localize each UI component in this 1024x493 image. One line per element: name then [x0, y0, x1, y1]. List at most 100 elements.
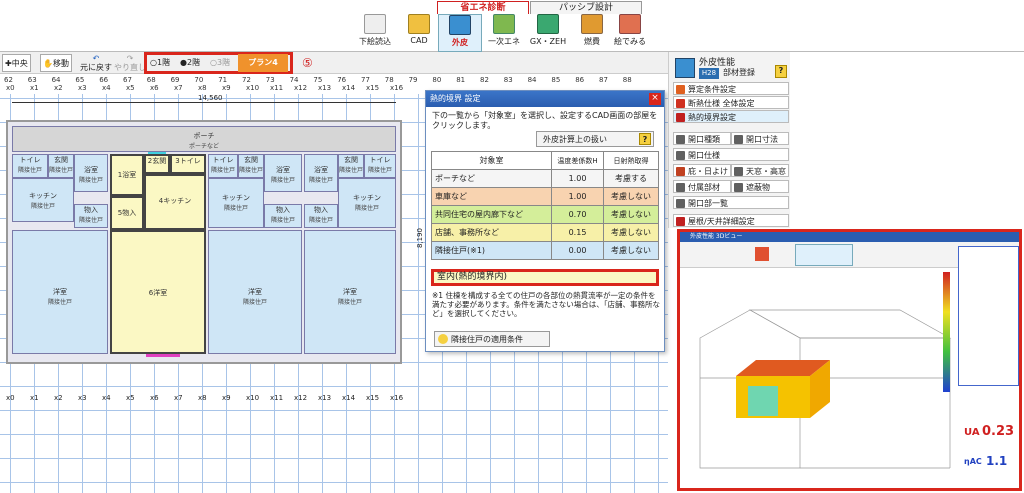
gx-zeh-button[interactable]: GX・ZEH [526, 14, 570, 52]
room-storage-right[interactable]: 物入 隣接住戸 [304, 204, 338, 228]
room-porch[interactable]: ポーチ ポーチなど [12, 126, 396, 152]
ruler-number: 86 [575, 76, 585, 84]
adjacent-conditions-button[interactable]: 隣接住戸の適用条件 [434, 331, 550, 347]
room-kitchen-left[interactable]: キッチン 隣接住戸 [12, 178, 74, 222]
cad-button[interactable]: CAD [397, 14, 441, 52]
room-western-mid[interactable]: 洋室 隣接住戸 [208, 230, 302, 354]
panel-item[interactable]: 熱的境界設定 [673, 110, 789, 123]
help-icon[interactable]: ? [775, 65, 787, 78]
panel-item[interactable]: 算定条件設定 [673, 82, 789, 95]
panel-item-icon [676, 99, 685, 108]
undo-button[interactable]: ↶ 元に戻す [78, 54, 114, 72]
3d-view-window: 外皮性能 3Dビュー UA 0.23 ηAC 1.1 [677, 229, 1022, 491]
room-type-row[interactable]: 共同住宅の屋内廊下など 0.70 考慮しない [431, 205, 659, 224]
room-1-bath[interactable]: 1浴室 [110, 154, 144, 196]
cell-solar: 考慮しない [603, 223, 659, 242]
panel-item[interactable]: 開口部一覧 [673, 196, 789, 209]
panel-item[interactable]: 屋根/天井詳細設定 [673, 214, 789, 227]
panel-item[interactable]: 天窓・高窓 [731, 164, 789, 177]
bottom-x-label: x5 [126, 394, 135, 402]
room-western-left[interactable]: 洋室 隣接住戸 [12, 230, 108, 354]
ruler-x-label: x16 [390, 84, 404, 92]
plan-button[interactable]: プラン4 [238, 54, 288, 72]
room-toilet-right[interactable]: トイレ 隣接住戸 [364, 154, 396, 178]
cell-coef: 0.15 [551, 223, 604, 242]
panel-item[interactable]: 開口寸法 [731, 132, 789, 145]
ruler-number: 82 [480, 76, 489, 84]
panel-item-label: 熱的境界設定 [688, 113, 736, 122]
room-kitchen-mid[interactable]: キッチン 隣接住戸 [208, 178, 264, 228]
panel-item-label: 断熱仕様 全体設定 [688, 99, 755, 108]
room-3-toilet[interactable]: 3トイレ [170, 154, 206, 174]
room-5-storage[interactable]: 5物入 [110, 196, 144, 230]
cell-solar: 考慮しない [603, 241, 659, 260]
move-button[interactable]: ✋移動 [40, 54, 72, 72]
3d-viewport[interactable] [680, 268, 958, 488]
top-toolbar: 省エネ診断 パッシブ設計 下絵読込 CAD 外皮 一次エネ GX・ZEH 燃費 … [0, 0, 1024, 52]
room-storage-left[interactable]: 物入 隣接住戸 [74, 204, 108, 228]
room-type-row[interactable]: 店舗、事務所など 0.15 考慮しない [431, 223, 659, 242]
eta-result-label: ηAC [964, 457, 982, 466]
panel-item[interactable]: 付属部材 [673, 180, 731, 193]
floor-radio-2[interactable]: ●2階 [178, 54, 202, 72]
ruler-number: 80 [432, 76, 442, 84]
panel-item[interactable]: 断熱仕様 全体設定 [673, 96, 789, 109]
3d-active-tool[interactable] [795, 244, 853, 266]
panel-item-label: 開口種類 [688, 135, 720, 144]
room-2-entrance[interactable]: 2玄関 [144, 154, 170, 174]
room-type-row[interactable]: ポーチなど 1.00 考慮する [431, 169, 659, 188]
tab-passive-design[interactable]: パッシブ設計 [530, 1, 642, 14]
ruler-number: 75 [313, 76, 323, 84]
calc-treatment-button[interactable]: 外皮計算上の扱い ? [536, 131, 654, 147]
picture-view-button[interactable]: 絵でみる [608, 14, 652, 52]
ruler-x-label: x13 [318, 84, 332, 92]
door-marker-bottom [146, 354, 180, 357]
close-icon[interactable]: × [649, 93, 661, 105]
room-4-kitchen[interactable]: 4キッチン [144, 174, 206, 230]
view-toolbar: ✚中央 ✋移動 ↶ 元に戻す ↷ やり直し ○1階 ●2階 ○3階 プラン4 ⑤ [0, 52, 668, 74]
primary-energy-button[interactable]: 一次エネ [482, 14, 526, 52]
room-6-western[interactable]: 6洋室 [110, 230, 206, 354]
room-toilet-left[interactable]: トイレ 隣接住戸 [12, 154, 48, 178]
lightbulb-icon [438, 334, 448, 344]
panel-item[interactable]: 開口仕様 [673, 148, 789, 161]
floor-radio-1[interactable]: ○1階 [148, 54, 172, 72]
envelope-button[interactable]: 外皮 [438, 14, 482, 52]
room-bath-mid[interactable]: 浴室 隣接住戸 [264, 154, 302, 192]
panel-item[interactable]: 開口種類 [673, 132, 731, 145]
panel-item[interactable]: 庇・日よけ [673, 164, 731, 177]
ruler-x-label: x4 [102, 84, 111, 92]
room-kitchen-right[interactable]: キッチン 隣接住戸 [338, 178, 396, 228]
room-western-right[interactable]: 洋室 隣接住戸 [304, 230, 396, 354]
undo-icon: ↶ [92, 54, 100, 63]
room-type-table: 対象室 温度差係数H 日射熱取得 ポーチなど 1.00 考慮する 車庫など 1.00 考慮… [431, 151, 659, 260]
room-bath-right[interactable]: 浴室 隣接住戸 [304, 154, 338, 192]
ruler-number: 62 [4, 76, 13, 84]
room-bath-left[interactable]: 浴室 隣接住戸 [74, 154, 108, 192]
underlay-button[interactable]: 下絵読込 [353, 14, 397, 52]
help-icon: ? [639, 133, 651, 145]
register-parts-button[interactable]: 部材登録 [723, 67, 755, 78]
bottom-x-label: x14 [342, 394, 356, 402]
room-type-row[interactable]: 隣接住戸(※1) 0.00 考慮しない [431, 241, 659, 260]
room-type-row[interactable]: 車庫など 1.00 考慮しない [431, 187, 659, 206]
room-storage-mid[interactable]: 物入 隣接住戸 [264, 204, 302, 228]
panel-item[interactable]: 遮蔽物 [731, 180, 789, 193]
room-entrance-right[interactable]: 玄関 隣接住戸 [338, 154, 364, 178]
center-button[interactable]: ✚中央 [2, 54, 31, 72]
floor-radio-3[interactable]: ○3階 [208, 54, 232, 72]
panel-item-label: 天窓・高窓 [746, 167, 786, 176]
3d-off-toggle[interactable] [755, 247, 769, 261]
room-toilet-mid[interactable]: トイレ 隣接住戸 [208, 154, 238, 178]
panel-item-label: 遮蔽物 [746, 183, 770, 192]
interior-row[interactable]: 室内(熱的境界内) [431, 269, 659, 286]
panel-item-label: 開口寸法 [746, 135, 778, 144]
ruler-number: 73 [265, 76, 275, 84]
bottom-x-labels: x0 x1 x2 x3 x4 x5 x6 x7 x8 x9 x10 x11 x12 x13 x14 x15 x1… [0, 394, 420, 406]
redo-button[interactable]: ↷ やり直し [112, 54, 148, 72]
room-entrance-left[interactable]: 玄関 隣接住戸 [48, 154, 74, 178]
picture-view-icon [619, 14, 641, 34]
room-entrance-mid[interactable]: 玄関 隣接住戸 [238, 154, 264, 178]
tab-energy-diagnosis[interactable]: 省エネ診断 [437, 1, 529, 14]
panel-item-icon [676, 217, 685, 226]
